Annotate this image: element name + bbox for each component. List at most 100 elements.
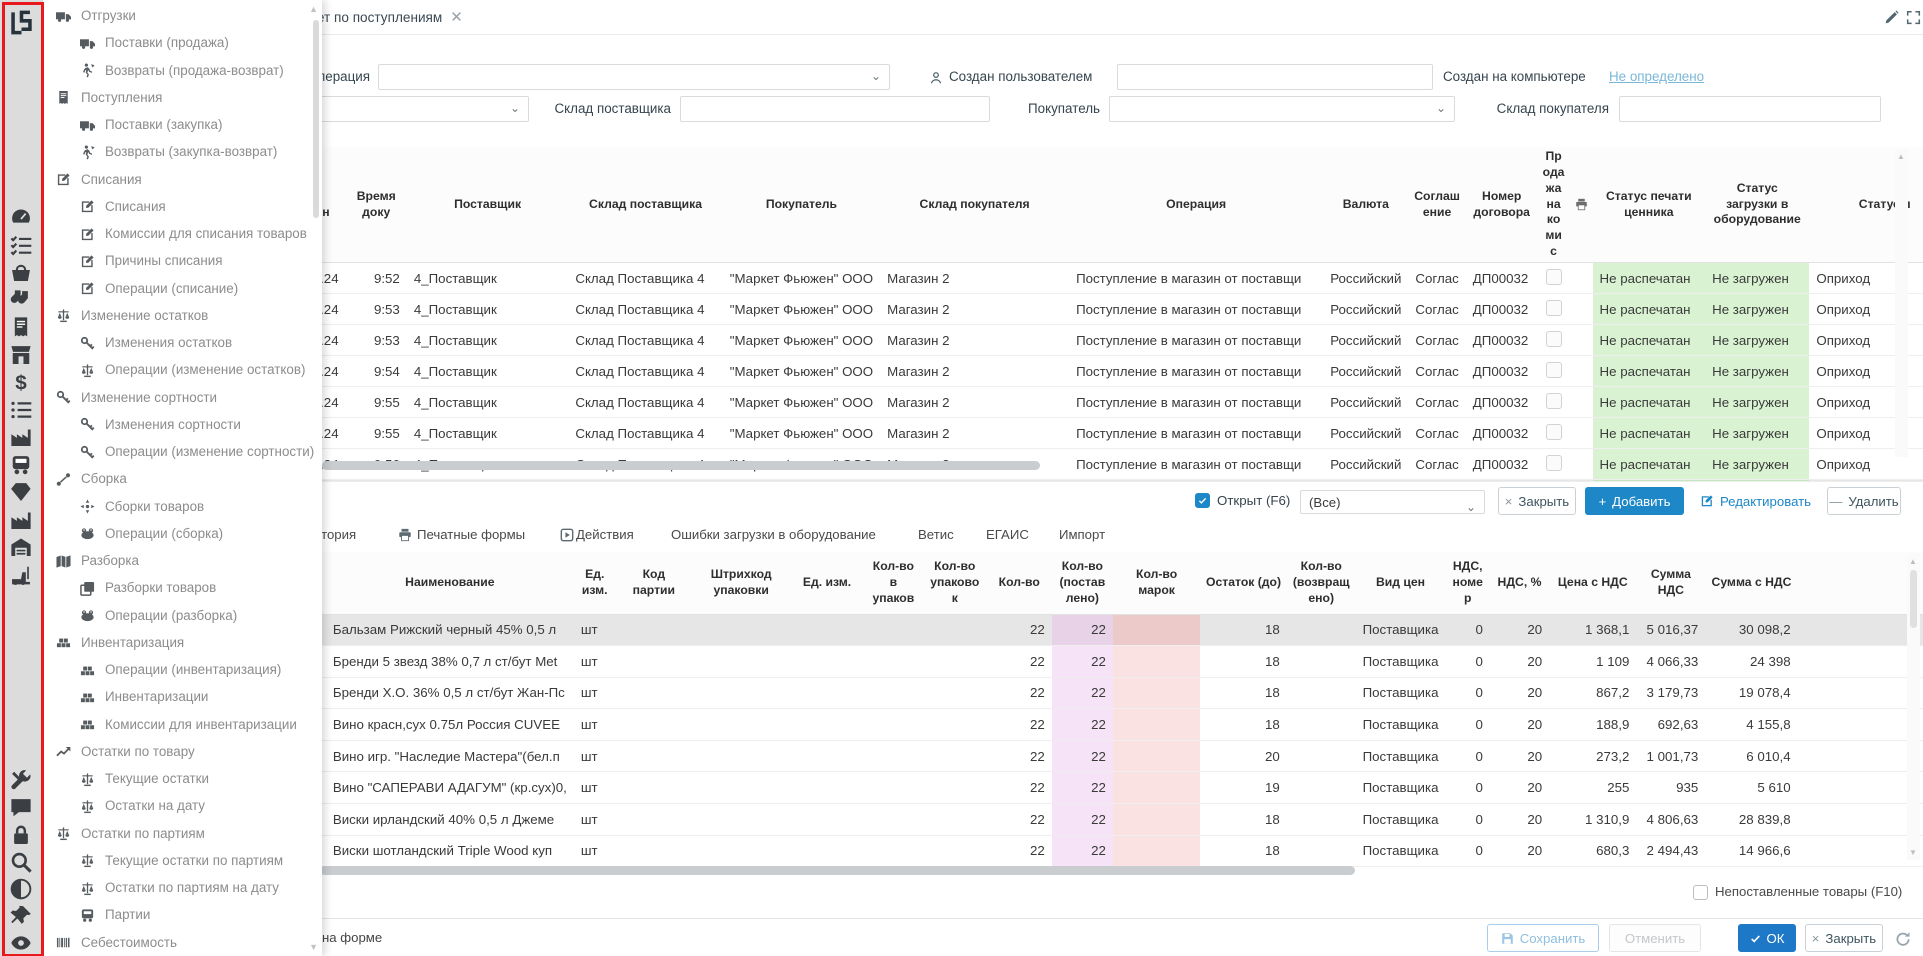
- open-filter-checkbox[interactable]: [1195, 493, 1210, 508]
- column-header[interactable]: Сумма с НДС: [1705, 552, 1797, 614]
- menu-item[interactable]: Операции (списание): [43, 275, 310, 302]
- menu-item[interactable]: Операции (сборка): [43, 520, 310, 547]
- menu-item[interactable]: Инвентаризации: [43, 683, 310, 710]
- column-header[interactable]: Штрихкод упаковки: [692, 552, 790, 614]
- delete-button[interactable]: —Удалить: [1827, 487, 1901, 515]
- receipt-row[interactable]: 9.03.249:534_ПоставщикСклад Поставщика 4…: [43, 325, 1923, 356]
- column-header[interactable]: Цена с НДС: [1549, 552, 1636, 614]
- menu-item[interactable]: Отгрузки: [43, 2, 310, 29]
- menu-item[interactable]: Операции (изменение остатков): [43, 356, 310, 383]
- product-row[interactable]: 521Вино игр. "Наследие Мастера"(бел.пшт2…: [43, 740, 1923, 772]
- receipt-row[interactable]: 8.03.249:544_ПоставщикСклад Поставщика 4…: [43, 356, 1923, 387]
- commission-checkbox[interactable]: [1546, 424, 1562, 440]
- product-row[interactable]: 851Вино красн,сух 0.75л Россия CUVEEшт22…: [43, 709, 1923, 741]
- menu-item[interactable]: Разборки товаров: [43, 574, 310, 601]
- menu-item[interactable]: Остатки на дату: [43, 792, 310, 819]
- column-header[interactable]: Продажа на комис: [1538, 147, 1570, 263]
- detail-vscrollbar[interactable]: ▲▼: [1907, 554, 1920, 860]
- contrast-icon[interactable]: [10, 878, 33, 901]
- commission-checkbox[interactable]: [1546, 393, 1562, 409]
- column-header[interactable]: Кол-во марок: [1113, 552, 1200, 614]
- close-tab-icon[interactable]: ✕: [450, 8, 463, 26]
- column-header[interactable]: Кол-во: [987, 552, 1052, 614]
- doc-tab[interactable]: ЕГАИС: [986, 521, 1029, 547]
- menu-item[interactable]: Причины списания: [43, 247, 310, 274]
- save-button[interactable]: Сохранить: [1487, 924, 1599, 952]
- column-header[interactable]: Время доку: [346, 147, 407, 263]
- product-row[interactable]: 427Вино "САПЕРАВИ АДАГУМ" (кр.сух)0,шт22…: [43, 772, 1923, 804]
- factory-icon[interactable]: [10, 426, 33, 449]
- column-header[interactable]: Кол-во (поставлено): [1052, 552, 1113, 614]
- chat-icon[interactable]: [10, 797, 33, 820]
- column-header[interactable]: Остаток (до): [1200, 552, 1287, 614]
- menu-item[interactable]: Себестоимость: [43, 929, 310, 956]
- receipt-icon[interactable]: [10, 316, 33, 339]
- menu-item[interactable]: Поставки (продажа): [43, 29, 310, 56]
- edit-button[interactable]: Редактировать: [1693, 487, 1818, 515]
- menu-item[interactable]: Возвраты (продажа-возврат): [43, 57, 310, 84]
- doc-tab[interactable]: Действия: [576, 521, 634, 547]
- forklift-icon[interactable]: [10, 564, 33, 587]
- menu-scroll-up-icon[interactable]: ▲: [309, 4, 318, 14]
- commission-checkbox[interactable]: [1546, 300, 1562, 316]
- column-header[interactable]: Сумма НДС: [1636, 552, 1705, 614]
- doc-tab[interactable]: Печатные формы: [417, 521, 525, 547]
- pencil-icon[interactable]: [1884, 9, 1899, 24]
- menu-item[interactable]: Разборка: [43, 547, 310, 574]
- created-on-link[interactable]: Не определено: [1609, 64, 1704, 90]
- menu-item[interactable]: Остатки по партиям: [43, 820, 310, 847]
- add-button[interactable]: +Добавить: [1585, 487, 1684, 515]
- column-header[interactable]: НДС, %: [1490, 552, 1549, 614]
- menu-item[interactable]: Текущие остатки по партиям: [43, 847, 310, 874]
- gauge-icon[interactable]: [10, 206, 33, 229]
- receipt-row[interactable]: 9.03.249:554_ПоставщикСклад Поставщика 4…: [43, 418, 1923, 449]
- menu-item[interactable]: Изменение остатков: [43, 302, 310, 329]
- refresh-icon[interactable]: [1895, 930, 1911, 946]
- column-header[interactable]: НДС, номер: [1445, 552, 1489, 614]
- menu-item[interactable]: Поставки (закупка): [43, 111, 310, 138]
- cancel-button[interactable]: Отменить: [1609, 924, 1701, 952]
- column-header[interactable]: [1798, 552, 1923, 614]
- column-header[interactable]: Номер договора: [1466, 147, 1538, 263]
- column-header[interactable]: Операция: [1069, 147, 1323, 263]
- menu-item[interactable]: Поступления: [43, 84, 310, 111]
- eye-icon[interactable]: [10, 932, 33, 955]
- product-row[interactable]: 012Бальзам Рижский черный 45% 0,5 лшт222…: [43, 614, 1923, 646]
- main-vscrollbar[interactable]: ▲: [1895, 149, 1908, 457]
- buyer-warehouse-input[interactable]: [1619, 96, 1881, 122]
- search-icon[interactable]: [10, 851, 33, 874]
- menu-scrollbar[interactable]: [313, 20, 319, 218]
- commission-checkbox[interactable]: [1546, 331, 1562, 347]
- operation-select[interactable]: ⌄: [378, 64, 890, 90]
- app-logo-icon[interactable]: [8, 9, 35, 36]
- column-header[interactable]: Валюта: [1323, 147, 1408, 263]
- menu-item[interactable]: Остатки по партиям на дату: [43, 874, 310, 901]
- column-header[interactable]: Кол-во в упаков: [864, 552, 923, 614]
- column-header[interactable]: Кол-во упаковок: [923, 552, 987, 614]
- status-filter-select[interactable]: (Все)⌄: [1300, 490, 1485, 514]
- column-header[interactable]: Вид цен: [1356, 552, 1446, 614]
- ok-button[interactable]: ОК: [1738, 924, 1796, 952]
- socks-icon[interactable]: [10, 289, 33, 312]
- factory-icon[interactable]: [10, 509, 33, 532]
- column-header[interactable]: Код партии: [616, 552, 693, 614]
- column-header[interactable]: Склад поставщика: [568, 147, 722, 263]
- column-header[interactable]: Статус печати ценника: [1593, 147, 1706, 263]
- menu-item[interactable]: Сборка: [43, 465, 310, 492]
- column-header[interactable]: Наименование: [326, 552, 574, 614]
- expand-icon[interactable]: [1906, 9, 1921, 24]
- menu-item[interactable]: Списания: [43, 193, 310, 220]
- menu-item[interactable]: Операции (инвентаризация): [43, 656, 310, 683]
- menu-scroll-down-icon[interactable]: ▼: [309, 942, 318, 952]
- checklist-icon[interactable]: [10, 234, 33, 257]
- buyer-select[interactable]: ⌄: [1109, 96, 1455, 122]
- close-document-button[interactable]: ×Закрыть: [1498, 487, 1576, 515]
- menu-item[interactable]: Партии: [43, 901, 310, 928]
- warehouse-icon[interactable]: [10, 536, 33, 559]
- wrench-icon[interactable]: [10, 770, 33, 793]
- dollar-icon[interactable]: [10, 371, 33, 394]
- column-header[interactable]: Ед. изм.: [790, 552, 864, 614]
- product-row[interactable]: 000Виски шотландский Triple Wood купшт22…: [43, 835, 1923, 867]
- column-header[interactable]: Покупатель: [723, 147, 880, 263]
- menu-item[interactable]: Возвраты (закупка-возврат): [43, 138, 310, 165]
